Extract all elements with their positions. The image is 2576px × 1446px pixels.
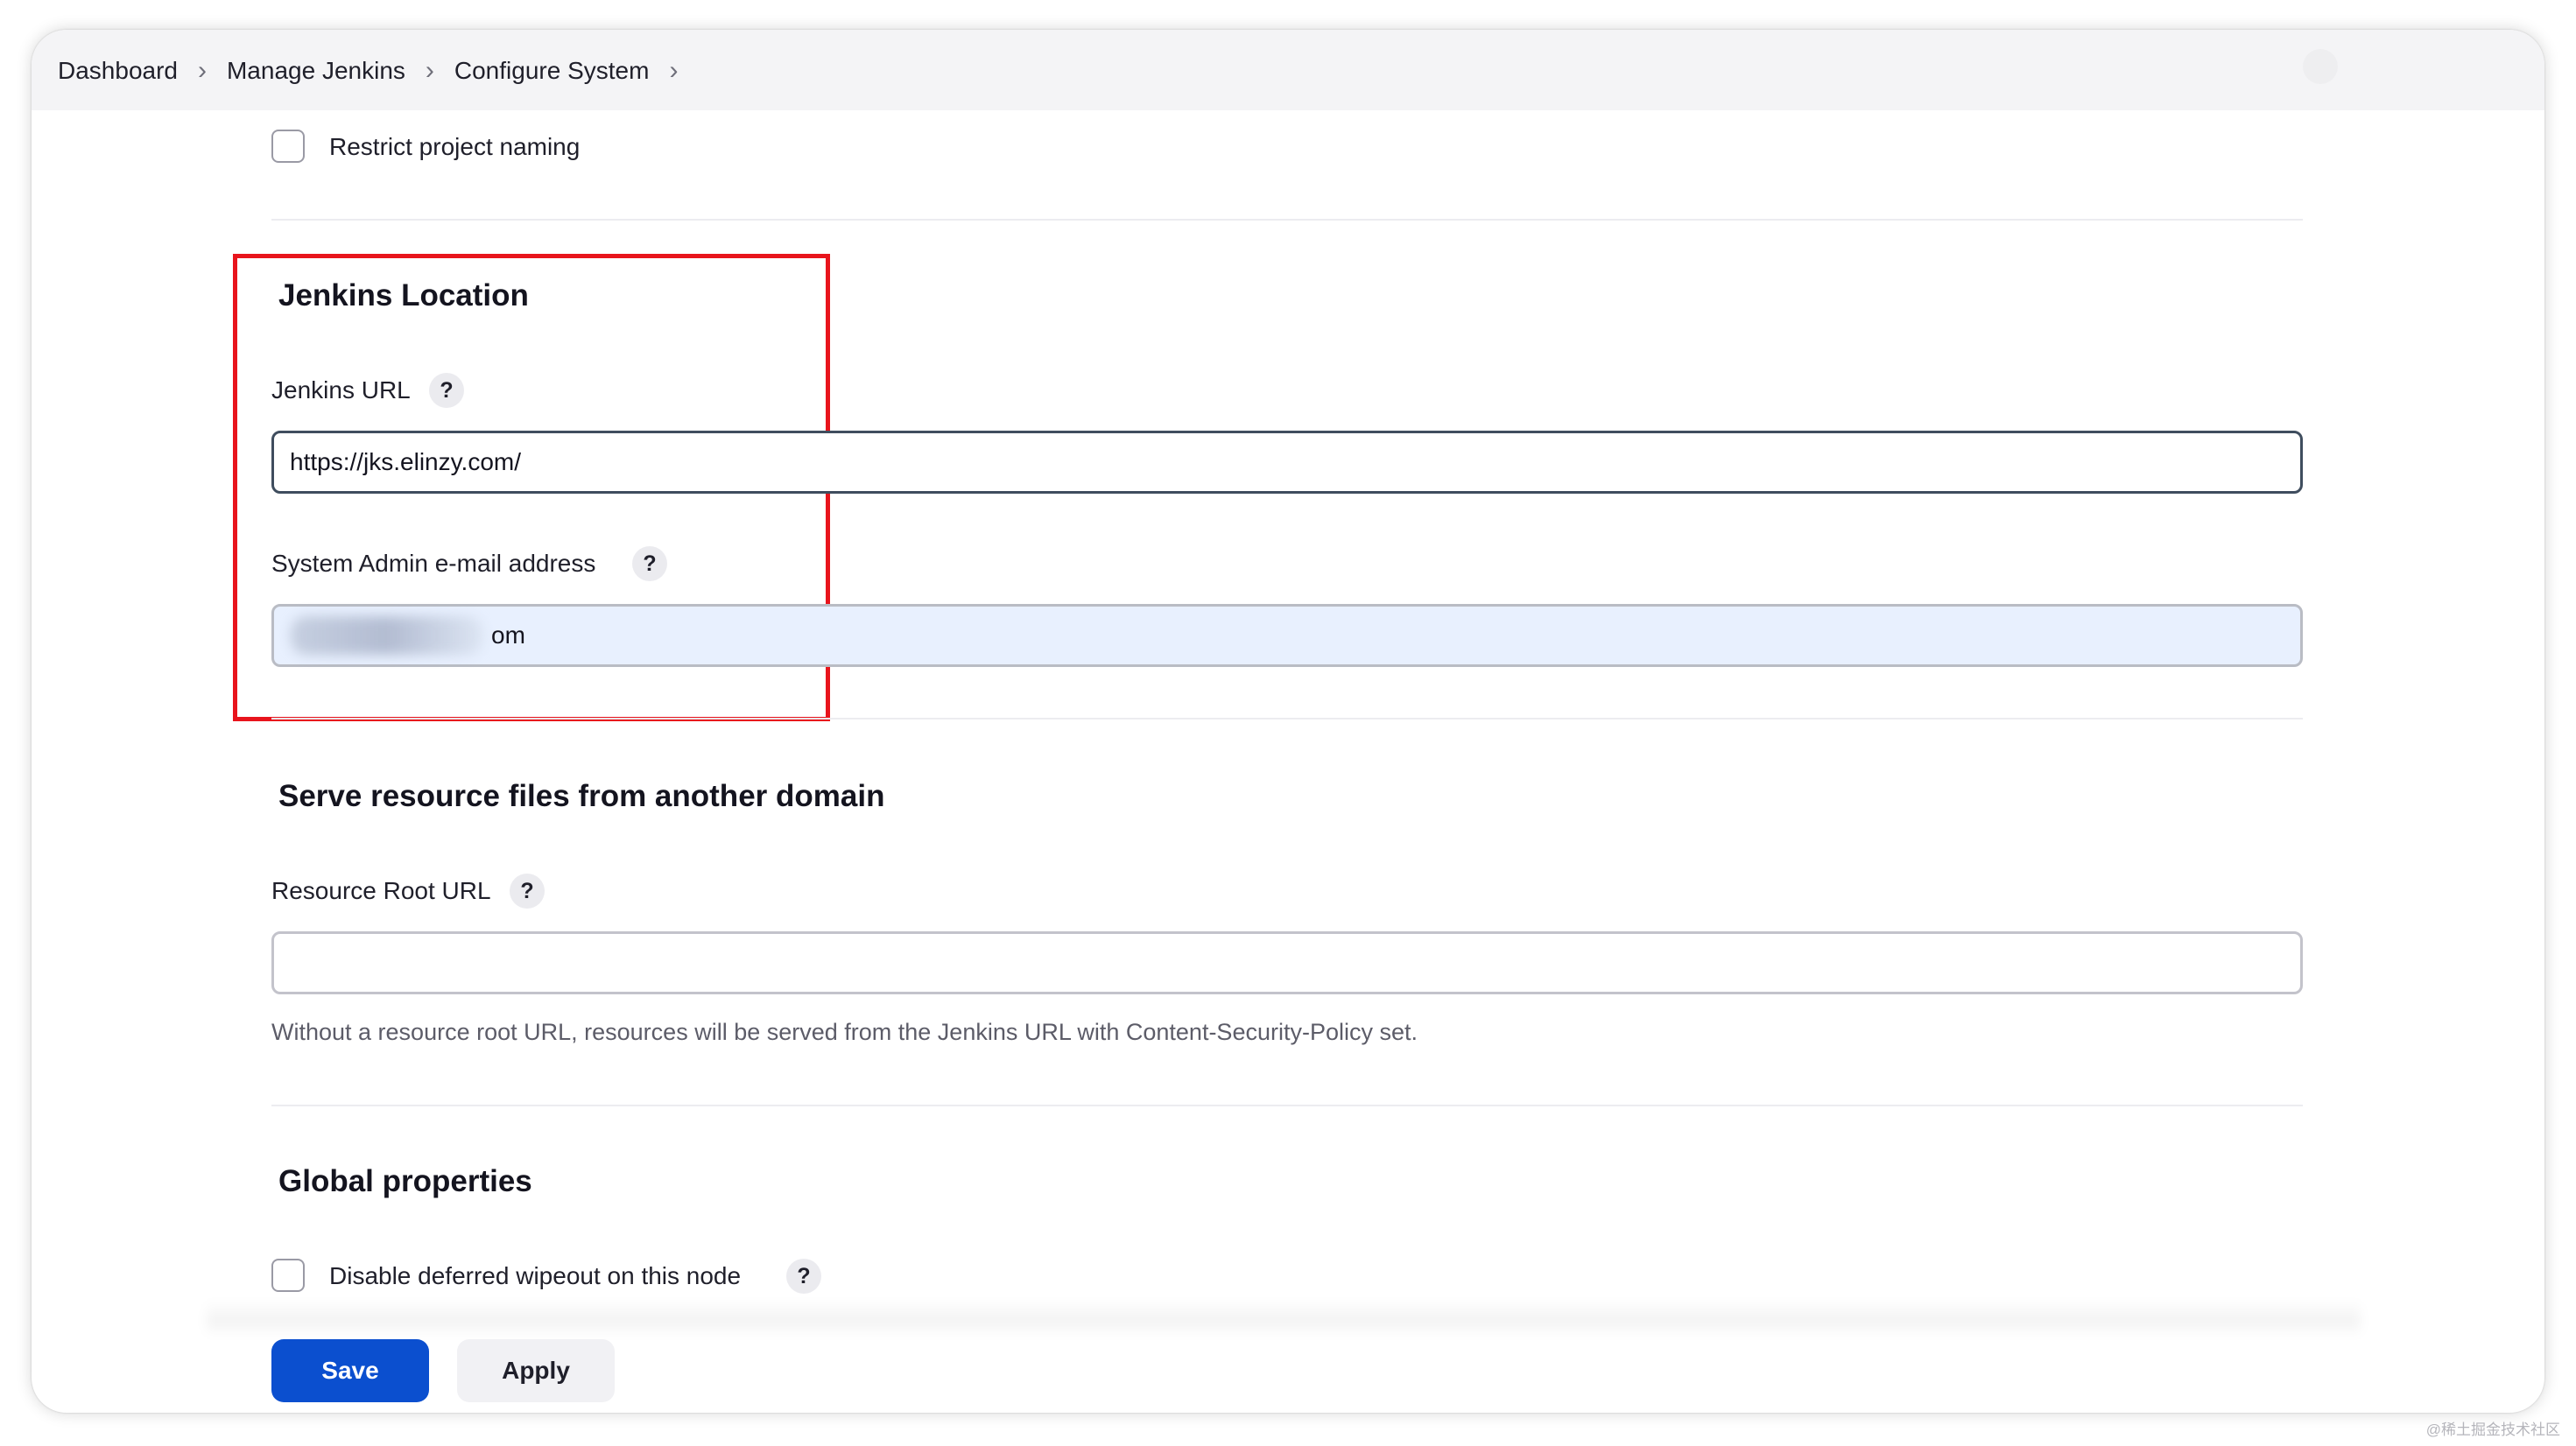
breadcrumb: Dashboard › Manage Jenkins › Configure S… xyxy=(58,51,698,91)
chevron-right-icon: › xyxy=(425,56,434,85)
chevron-right-icon[interactable]: › xyxy=(649,56,698,86)
section-divider xyxy=(271,219,2303,221)
browser-window: Dashboard › Manage Jenkins › Configure S… xyxy=(32,30,2544,1413)
resource-root-url-input[interactable] xyxy=(271,931,2303,994)
save-button[interactable]: Save xyxy=(271,1339,429,1402)
help-icon[interactable]: ? xyxy=(429,373,464,408)
resource-domain-title: Serve resource files from another domain xyxy=(278,779,885,813)
jenkins-url-label: Jenkins URL xyxy=(271,376,411,404)
restrict-project-naming-label[interactable]: Restrict project naming xyxy=(329,133,580,161)
resource-root-url-label: Resource Root URL xyxy=(271,877,491,904)
breadcrumb-manage-jenkins[interactable]: Manage Jenkins xyxy=(227,57,405,85)
breadcrumb-configure-system[interactable]: Configure System xyxy=(454,57,650,85)
bottom-bar-shadow xyxy=(207,1301,2361,1336)
help-icon[interactable]: ? xyxy=(632,546,667,581)
disable-deferred-wipeout-label[interactable]: Disable deferred wipeout on this node xyxy=(329,1262,741,1290)
global-properties-title: Global properties xyxy=(278,1164,532,1198)
restrict-project-naming-checkbox[interactable] xyxy=(271,130,305,163)
chevron-right-icon: › xyxy=(197,56,207,85)
watermark: @稀土掘金技术社区 xyxy=(2425,1421,2560,1438)
apply-button[interactable]: Apply xyxy=(457,1339,615,1402)
admin-email-label: System Admin e-mail address xyxy=(271,550,596,577)
admin-email-input[interactable] xyxy=(271,604,2303,667)
circle-icon xyxy=(2303,49,2338,84)
section-divider xyxy=(271,1105,2303,1106)
disable-deferred-wipeout-checkbox[interactable] xyxy=(271,1259,305,1292)
section-divider xyxy=(271,718,2303,719)
breadcrumb-bar: Dashboard › Manage Jenkins › Configure S… xyxy=(32,30,2544,110)
redaction-blur xyxy=(291,616,483,655)
resource-root-url-hint: Without a resource root URL, resources w… xyxy=(271,1019,1418,1045)
breadcrumb-dashboard[interactable]: Dashboard xyxy=(58,57,178,85)
jenkins-location-title: Jenkins Location xyxy=(278,278,529,312)
help-icon[interactable]: ? xyxy=(786,1259,821,1294)
jenkins-url-input[interactable] xyxy=(271,431,2303,494)
help-icon[interactable]: ? xyxy=(510,874,545,909)
